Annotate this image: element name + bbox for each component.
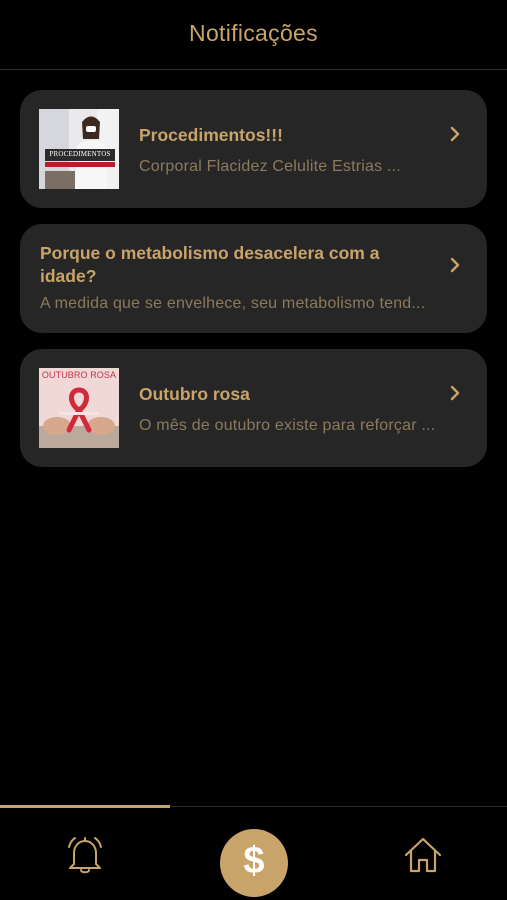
chevron-right-icon xyxy=(449,257,461,273)
tab-payments[interactable]: $ xyxy=(220,829,288,897)
notification-title-line2: idade? xyxy=(40,266,97,286)
tab-home[interactable] xyxy=(403,835,443,875)
thumbnail-caption: OUTUBRO ROSA xyxy=(41,370,117,380)
notification-card-outubro-rosa[interactable]: OUTUBRO ROSA Outubro rosa O mês de outub… xyxy=(20,349,487,467)
page-title: Notificações xyxy=(189,20,318,46)
tab-notifications[interactable] xyxy=(66,835,104,875)
notification-title: Porque o metabolismo desacelera com a xyxy=(40,243,380,263)
home-icon xyxy=(404,837,442,873)
notification-preview: O mês de outubro existe para reforçar ..… xyxy=(139,417,436,434)
notification-preview: Corporal Flacidez Celulite Estrias ... xyxy=(139,158,401,175)
notification-card-metabolismo[interactable]: Porque o metabolismo desacelera com a id… xyxy=(20,224,487,333)
tab-bar: $ xyxy=(0,805,507,900)
chevron-right-icon xyxy=(449,126,461,142)
notification-thumbnail: PROCEDIMENTOS xyxy=(39,109,119,189)
header: Notificações xyxy=(0,0,507,70)
bell-icon xyxy=(68,837,102,874)
notification-title: Outubro rosa xyxy=(139,384,250,404)
active-tab-indicator xyxy=(0,805,170,808)
chevron-right-icon xyxy=(449,385,461,401)
notification-card-procedimentos[interactable]: PROCEDIMENTOS Procedimentos!!! Corporal … xyxy=(20,90,487,208)
notification-preview: A medida que se envelhece, seu metabolis… xyxy=(40,295,426,312)
thumbnail-caption: PROCEDIMENTOS xyxy=(49,150,111,158)
notification-thumbnail: OUTUBRO ROSA xyxy=(39,368,119,448)
dollar-icon: $ xyxy=(243,840,265,882)
notification-title: Procedimentos!!! xyxy=(139,125,283,145)
